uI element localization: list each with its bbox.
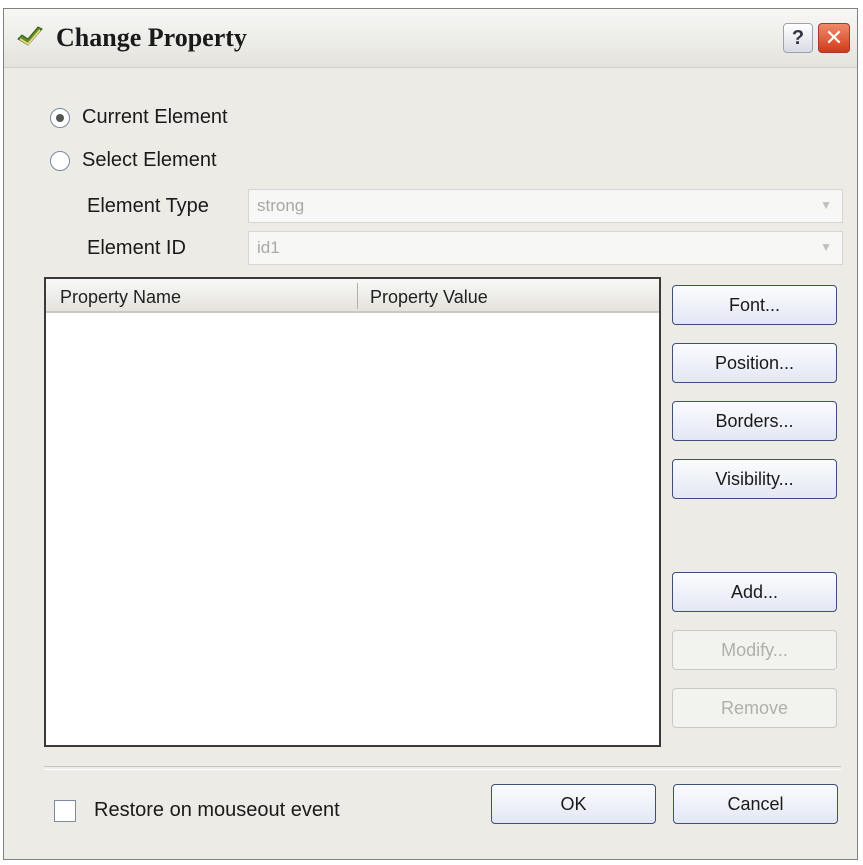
window-title: Change Property — [56, 23, 247, 52]
close-button[interactable]: ✕ — [818, 23, 850, 53]
element-type-value: strong — [257, 196, 305, 215]
radio-current-element-indicator[interactable] — [50, 107, 70, 128]
column-header-property-value[interactable]: Property Value — [370, 287, 488, 308]
footer-divider — [44, 766, 841, 770]
borders-button[interactable]: Borders... — [672, 401, 837, 441]
radio-current-element-label: Current Element — [82, 106, 228, 128]
help-button[interactable]: ? — [783, 23, 813, 53]
chevron-down-icon: ▼ — [820, 198, 832, 212]
position-button[interactable]: Position... — [672, 343, 837, 383]
title-bar[interactable]: Change Property ? ✕ — [4, 9, 857, 68]
column-header-property-name[interactable]: Property Name — [60, 287, 181, 308]
cancel-button[interactable]: Cancel — [673, 784, 838, 824]
ok-button[interactable]: OK — [491, 784, 656, 824]
radio-select-element-indicator[interactable] — [50, 150, 70, 171]
font-button[interactable]: Font... — [672, 285, 837, 325]
remove-button[interactable]: Remove — [672, 688, 837, 728]
element-id-label: Element ID — [87, 237, 186, 259]
change-property-dialog: Change Property ? ✕ Current Element Sele… — [3, 8, 858, 860]
app-icon — [17, 26, 43, 46]
chevron-down-icon: ▼ — [820, 240, 832, 254]
property-list-header: Property Name Property Value — [46, 279, 659, 313]
property-list[interactable]: Property Name Property Value — [44, 277, 661, 747]
element-type-label: Element Type — [87, 195, 209, 217]
restore-checkbox-label: Restore on mouseout event — [94, 799, 340, 821]
restore-checkbox[interactable] — [54, 799, 76, 822]
element-id-value: id1 — [257, 238, 280, 257]
radio-current-element[interactable]: Current Element — [50, 106, 228, 129]
column-divider[interactable] — [357, 283, 358, 309]
modify-button[interactable]: Modify... — [672, 630, 837, 670]
visibility-button[interactable]: Visibility... — [672, 459, 837, 499]
element-type-select[interactable]: strong ▼ — [248, 189, 843, 223]
radio-select-element[interactable]: Select Element — [50, 149, 217, 172]
element-id-select[interactable]: id1 ▼ — [248, 231, 843, 265]
restore-checkbox-row[interactable]: Restore on mouseout event — [54, 799, 340, 822]
add-button[interactable]: Add... — [672, 572, 837, 612]
radio-select-element-label: Select Element — [82, 149, 217, 171]
